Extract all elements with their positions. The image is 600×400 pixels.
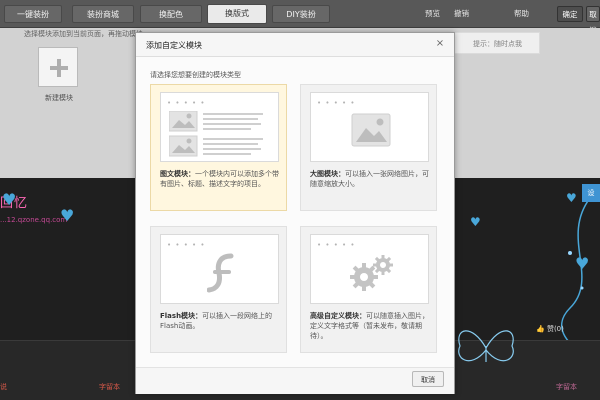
card-thumbnail: • • • • • [160,234,279,304]
dialog-header: 添加自定义模块 × [136,33,454,57]
card-description: 大图模块：可以插入一张网络图片，可随意缩放大小。 [310,169,431,189]
large-image-icon [351,113,391,147]
card-title: 高级自定义模块： [310,312,366,320]
dialog-title: 添加自定义模块 [146,41,202,50]
dots-decoration: • • • • • [167,99,206,107]
card-title: Flash模块： [160,312,203,320]
gear-icon [350,255,393,291]
dots-decoration: • • • • • [317,241,356,249]
dialog-cancel-button[interactable]: 取消 [412,371,444,387]
card-title: 大图模块： [310,170,345,178]
dialog-subtitle: 请选择您想要创建的模块类型 [150,71,241,79]
image-text-icon [169,111,263,157]
dots-decoration: • • • • • [167,241,206,249]
flash-icon [207,253,234,293]
module-card-large-image[interactable]: • • • • • 大图模块：可以插入一张网络图片，可随意缩放大小。 [300,84,437,211]
add-module-dialog: 添加自定义模块 × 请选择您想要创建的模块类型 • • • • • 图文模块：一… [135,32,455,394]
dots-decoration: • • • • • [317,99,356,107]
module-card-flash[interactable]: • • • • • Flash模块：可以插入一段网络上的Flash动画。 [150,226,287,353]
dialog-footer [136,367,454,394]
card-thumbnail: • • • • • [310,92,429,162]
card-description: 图文模块：一个模块内可以添加多个带有图片、标题、描述文字的项目。 [160,169,281,189]
module-card-image-text[interactable]: • • • • • 图文模块：一个模块内可以添加多个带有图片、标题、描述文字的项… [150,84,287,211]
card-description: 高级自定义模块：可以随意插入图片，定义文字格式等（暂未发布，敬请期待）。 [310,311,431,341]
close-icon[interactable]: × [434,38,446,50]
card-title: 图文模块： [160,170,195,178]
module-card-advanced[interactable]: • • • • • 高级自定义模块：可以随意插入图片，定义文字格式等（暂未发布，… [300,226,437,353]
card-description: Flash模块：可以插入一段网络上的Flash动画。 [160,311,281,331]
card-thumbnail: • • • • • [160,92,279,162]
card-thumbnail: • • • • • [310,234,429,304]
